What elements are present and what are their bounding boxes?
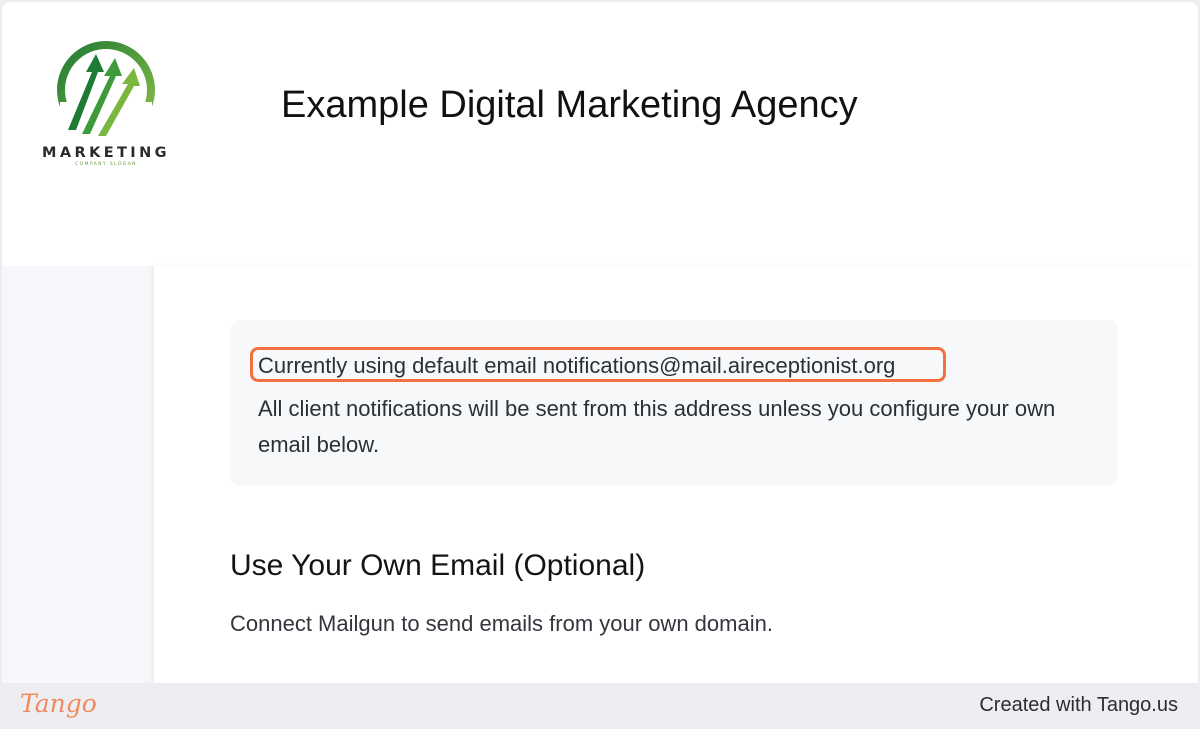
created-with-text[interactable]: Created with Tango.us: [979, 694, 1178, 717]
tango-footer: Tango Created with Tango.us: [0, 683, 1200, 729]
logo-wordmark: MARKETING: [42, 145, 170, 161]
app-window: MARKETING COMPANY SLOGAN Example Digital…: [2, 2, 1198, 683]
main-content: Currently using default email notificati…: [154, 266, 1198, 683]
default-email-notice: Currently using default email notificati…: [230, 320, 1118, 486]
logo-slogan: COMPANY SLOGAN: [75, 162, 137, 167]
page-header: MARKETING COMPANY SLOGAN Example Digital…: [2, 2, 1198, 266]
section-description: Connect Mailgun to send emails from your…: [230, 611, 773, 636]
tango-logo[interactable]: Tango: [20, 689, 97, 718]
page-title: Example Digital Marketing Agency: [281, 84, 858, 126]
section-title: Use Your Own Email (Optional): [230, 549, 646, 582]
arrows-circle-logo-icon: [57, 41, 155, 142]
current-email-text: Currently using default email notificati…: [258, 353, 896, 378]
agency-logo: MARKETING COMPANY SLOGAN: [30, 38, 182, 178]
notice-description: All client notifications will be sent fr…: [258, 396, 1056, 457]
sidebar: [2, 266, 154, 683]
